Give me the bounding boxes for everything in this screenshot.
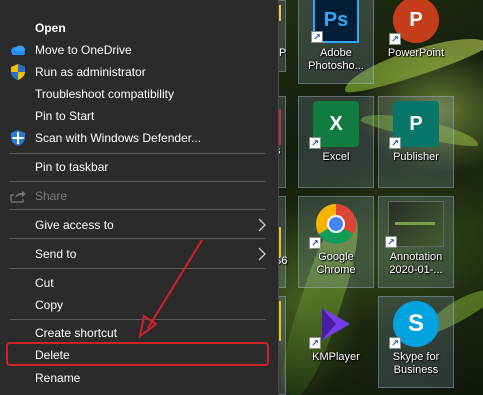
excel-icon: X ↗ — [309, 101, 359, 149]
menu-separator — [10, 181, 266, 182]
menu-item-label: Pin to taskbar — [35, 160, 109, 174]
defender-icon — [10, 130, 26, 146]
menu-item-label: Cut — [35, 276, 54, 290]
menu-item-label: Copy — [35, 298, 64, 312]
menu-item-label: Send to — [35, 247, 77, 261]
menu-item-copy[interactable]: Copy — [0, 294, 278, 316]
menu-item-troubleshoot-compatibility[interactable]: Troubleshoot compatibility — [0, 83, 278, 105]
kmplayer-logo — [322, 308, 350, 340]
menu-item-pin-to-start[interactable]: Pin to Start — [0, 105, 278, 127]
shortcut-arrow-icon: ↗ — [309, 237, 321, 249]
onedrive-icon — [10, 42, 26, 58]
menu-separator — [10, 153, 266, 154]
menu-item-label: Open — [35, 21, 66, 35]
publisher-icon: P ↗ — [389, 101, 439, 149]
menu-item-label: Give access to — [35, 218, 114, 232]
publisher-icon-letters: P — [409, 112, 423, 135]
desktop-icon-label: Skype for Business — [392, 351, 440, 376]
desktop-icon-label: Adobe Photosho... — [308, 47, 364, 72]
skype-icon-letters: S — [407, 310, 424, 337]
desktop-icon-label: PowerPoint — [387, 47, 445, 59]
desktop-icon-label: Excel — [322, 151, 350, 163]
shortcut-arrow-icon: ↗ — [389, 337, 401, 349]
menu-item-label: Move to OneDrive — [35, 43, 132, 57]
shortcut-arrow-icon: ↗ — [311, 31, 323, 43]
shortcut-arrow-icon: ↗ — [389, 137, 401, 149]
share-icon — [10, 188, 26, 204]
menu-item-label: Scan with Windows Defender... — [35, 131, 202, 145]
menu-item-move-to-onedrive[interactable]: Move to OneDrive — [0, 39, 278, 61]
desktop-icon-label: Annotation 2020-01-... — [389, 251, 443, 276]
desktop-icon-kmplayer[interactable]: ↗ KMPlayer — [298, 296, 374, 388]
menu-item-cut[interactable]: Cut — [0, 272, 278, 294]
menu-separator — [10, 319, 266, 320]
photoshop-icon: Ps ↗ — [311, 0, 359, 43]
powerpoint-icon-letters: P — [409, 8, 423, 31]
uac-shield-icon — [10, 64, 26, 80]
desktop-icon-chrome[interactable]: ↗ Google Chrome — [298, 196, 374, 288]
excel-icon-letters: X — [329, 112, 343, 135]
desktop-icon-partial-label: P — [279, 47, 287, 59]
desktop-icon-powerpoint[interactable]: P ↗ PowerPoint — [378, 0, 454, 84]
menu-item-label: Create shortcut — [35, 326, 118, 340]
menu-item-share: Share — [0, 185, 278, 207]
skype-icon: S ↗ — [389, 301, 439, 349]
menu-item-rename[interactable]: Rename — [0, 367, 278, 389]
menu-separator — [10, 209, 266, 210]
menu-separator — [10, 238, 266, 239]
menu-item-label: Run as administrator — [35, 65, 146, 79]
menu-item-label: Pin to Start — [35, 109, 95, 123]
desktop-icon-photoshop[interactable]: Ps ↗ Adobe Photosho... — [298, 0, 374, 84]
menu-item-create-shortcut[interactable]: Create shortcut — [0, 322, 278, 344]
menu-item-run-as-administrator[interactable]: Run as administrator — [0, 61, 278, 83]
menu-item-label: Rename — [35, 371, 81, 385]
desktop-icon-excel[interactable]: X ↗ Excel — [298, 96, 374, 188]
powerpoint-icon: P ↗ — [389, 0, 439, 45]
image-thumbnail-icon: ↗ — [385, 201, 444, 248]
desktop-icon-annotation[interactable]: ↗ Annotation 2020-01-... — [378, 196, 454, 288]
menu-separator — [10, 268, 266, 269]
menu-item-scan-with-defender[interactable]: Scan with Windows Defender... — [0, 127, 278, 149]
shortcut-arrow-icon: ↗ — [385, 236, 397, 248]
desktop-icon-label: KMPlayer — [312, 351, 360, 363]
photoshop-icon-letters: Ps — [323, 8, 349, 31]
desktop-icon-publisher[interactable]: P ↗ Publisher — [378, 96, 454, 188]
delete-highlight-box — [6, 342, 269, 366]
chrome-logo — [316, 204, 356, 244]
desktop-icon-skype[interactable]: S ↗ Skype for Business — [378, 296, 454, 388]
chrome-icon: ↗ — [309, 201, 359, 249]
menu-item-pin-to-taskbar[interactable]: Pin to taskbar — [0, 156, 278, 178]
menu-item-give-access-to[interactable]: Give access to — [0, 214, 278, 236]
desktop-icon-label: Google Chrome — [316, 251, 356, 276]
desktop-icon-label: Publisher — [393, 151, 439, 163]
menu-item-send-to[interactable]: Send to — [0, 243, 278, 265]
menu-item-label: Troubleshoot compatibility — [35, 87, 174, 101]
chevron-right-icon — [258, 247, 266, 261]
shortcut-arrow-icon: ↗ — [389, 33, 401, 45]
kmplayer-icon: ↗ — [309, 301, 359, 349]
shortcut-arrow-icon: ↗ — [309, 137, 321, 149]
shortcut-arrow-icon: ↗ — [309, 337, 321, 349]
menu-item-open[interactable]: Open — [0, 17, 278, 39]
menu-item-label: Share — [35, 189, 68, 203]
chevron-right-icon — [258, 218, 266, 232]
context-menu: Open Move to OneDrive Run as administrat… — [0, 0, 279, 395]
